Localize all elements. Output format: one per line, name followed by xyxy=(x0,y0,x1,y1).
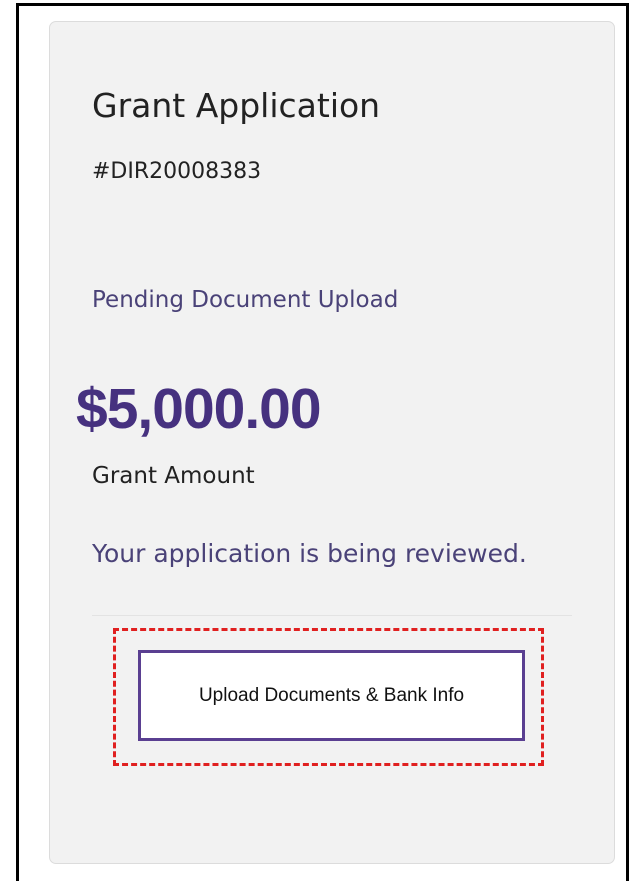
application-id: #DIR20008383 xyxy=(92,159,262,184)
review-status-message: Your application is being reviewed. xyxy=(92,539,527,568)
card-title: Grant Application xyxy=(92,86,381,125)
grant-amount-label: Grant Amount xyxy=(92,463,255,489)
status-label: Pending Document Upload xyxy=(92,287,399,313)
divider xyxy=(92,615,572,616)
upload-documents-button[interactable]: Upload Documents & Bank Info xyxy=(138,650,525,741)
grant-amount-value: $5,000.00 xyxy=(76,377,322,441)
